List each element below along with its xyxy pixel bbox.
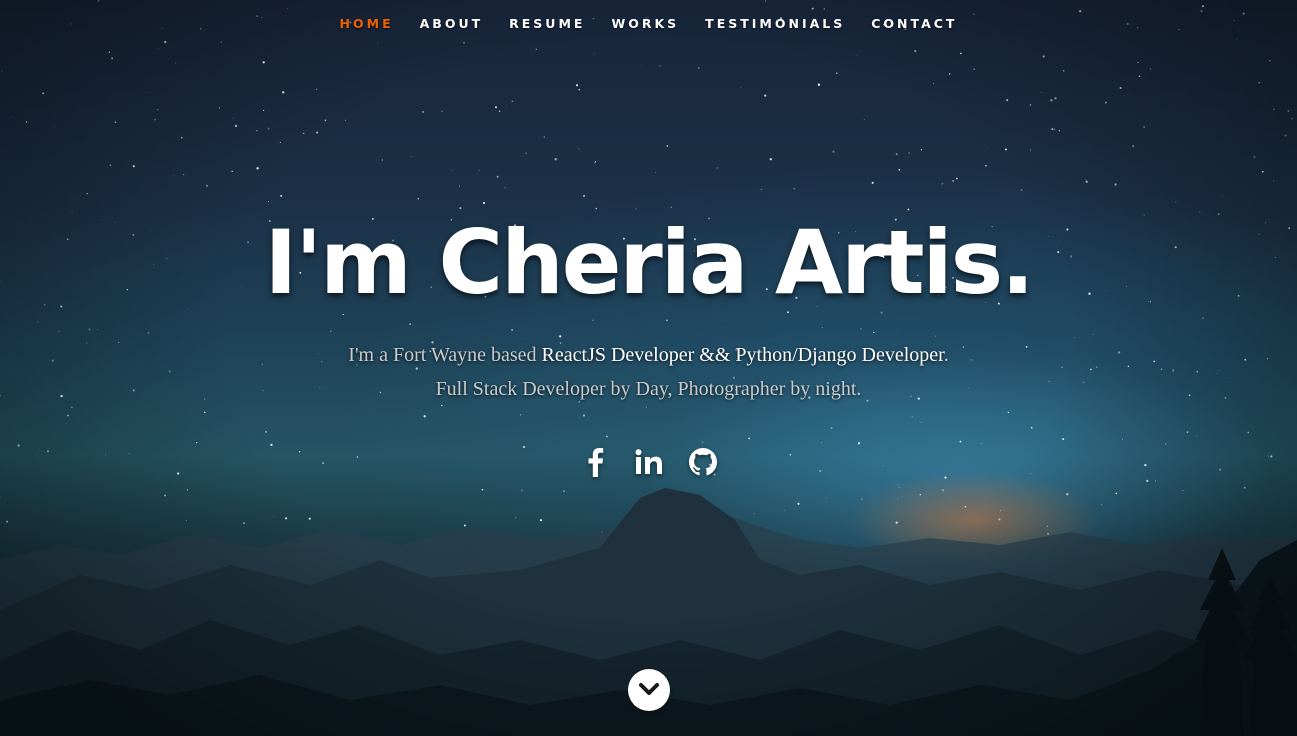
nav-link-resume[interactable]: RESUME: [496, 16, 598, 31]
intro-suffix: .: [943, 344, 949, 366]
nav-link-home[interactable]: HOME: [327, 16, 407, 31]
linkedin-icon: [635, 449, 662, 474]
nav-link-about[interactable]: ABOUT: [407, 16, 497, 31]
chevron-down-icon: [639, 683, 659, 695]
intro-text: I'm a Fort Wayne based ReactJS Developer…: [289, 338, 1009, 406]
intro-line-2: Full Stack Developer by Day, Photographe…: [435, 378, 862, 400]
nav-link-contact[interactable]: CONTACT: [858, 16, 970, 31]
scroll-down-button[interactable]: [628, 669, 670, 711]
nav-item-home: HOME: [327, 16, 407, 31]
main-navigation: HOME ABOUT RESUME WORKS TESTIMONIALS CON…: [0, 0, 1297, 46]
intro-prefix: I'm a Fort Wayne based: [348, 344, 542, 366]
nav-item-works: WORKS: [598, 16, 692, 31]
nav-link-works[interactable]: WORKS: [598, 16, 692, 31]
banner: I'm Cheria Artis. I'm a Fort Wayne based…: [0, 208, 1297, 482]
nav-item-about: ABOUT: [407, 16, 497, 31]
social-links: [0, 442, 1297, 482]
github-link[interactable]: [677, 442, 729, 482]
nav-item-testimonials: TESTIMONIALS: [692, 16, 858, 31]
nav-link-testimonials[interactable]: TESTIMONIALS: [692, 16, 858, 31]
facebook-icon: [588, 448, 603, 477]
github-icon: [688, 448, 717, 476]
nav-item-contact: CONTACT: [858, 16, 970, 31]
facebook-link[interactable]: [569, 442, 621, 482]
linkedin-link[interactable]: [623, 442, 675, 482]
intro-highlight: ReactJS Developer && Python/Django Devel…: [541, 344, 944, 366]
hero-section: HOME ABOUT RESUME WORKS TESTIMONIALS CON…: [0, 0, 1297, 736]
nav-item-resume: RESUME: [496, 16, 598, 31]
headline: I'm Cheria Artis.: [264, 211, 1034, 314]
